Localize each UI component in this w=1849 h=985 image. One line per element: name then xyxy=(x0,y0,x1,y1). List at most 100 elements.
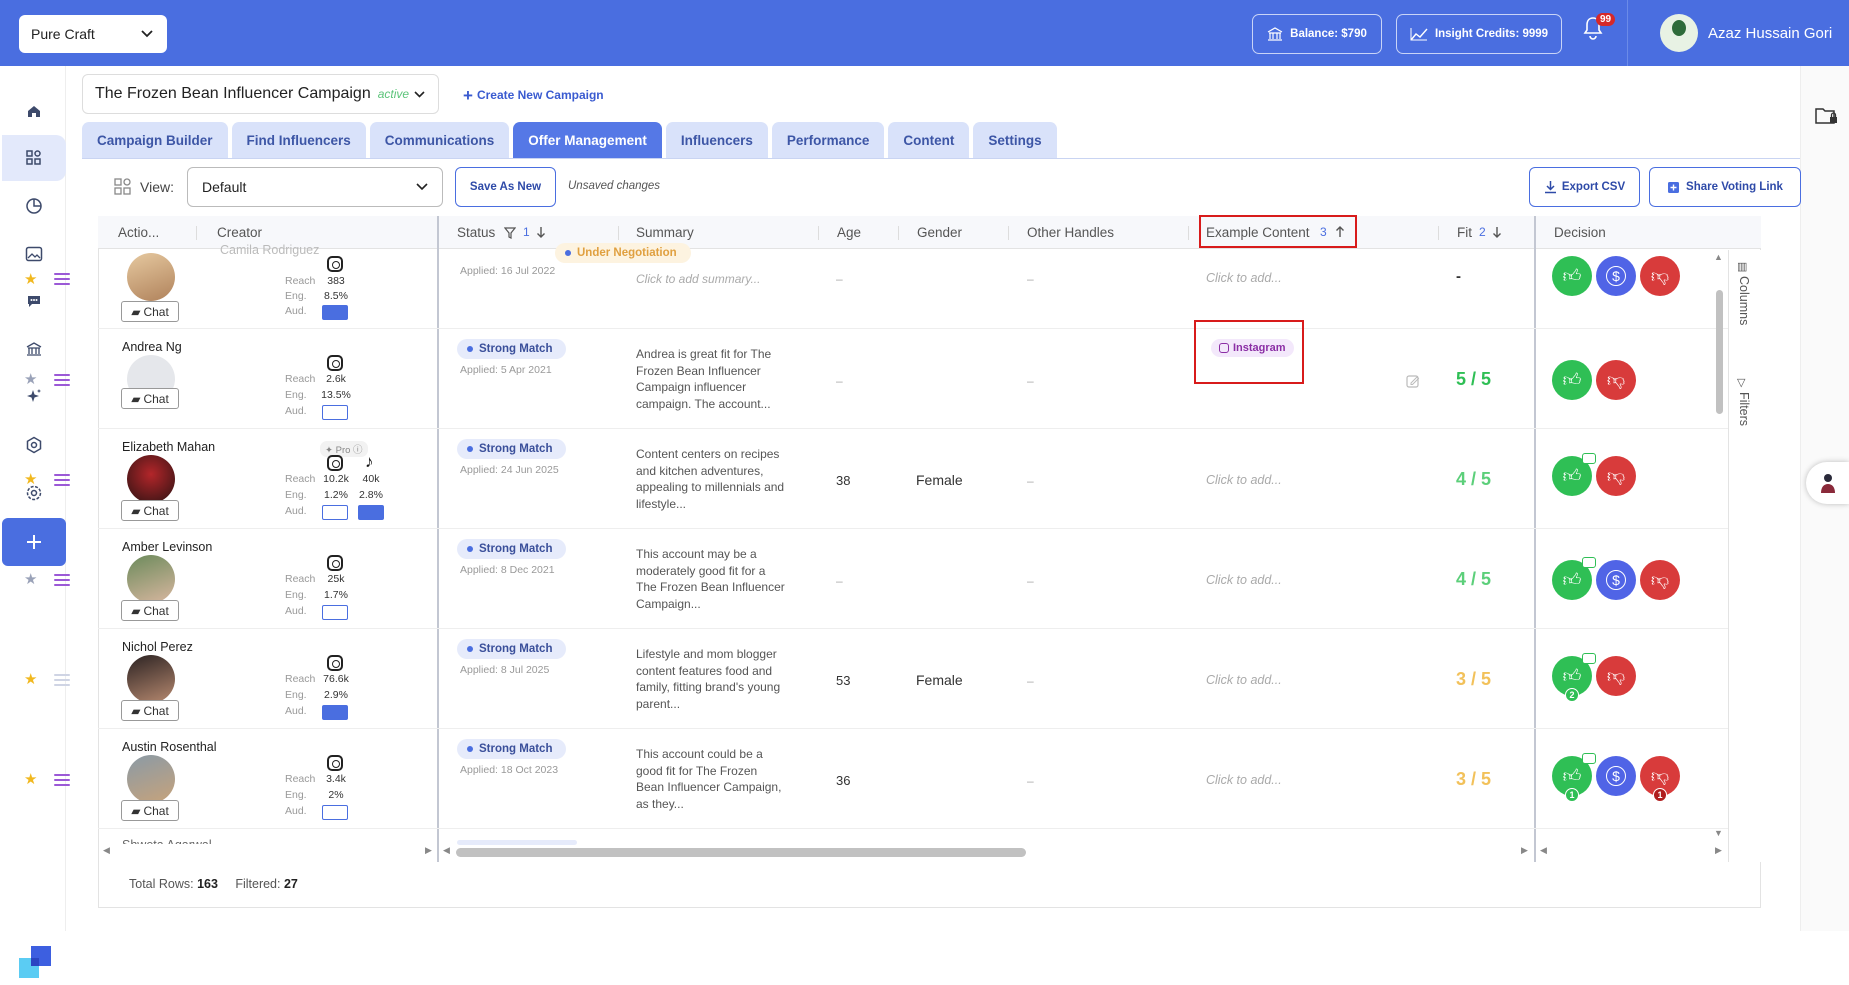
negotiate-button[interactable]: $ xyxy=(1596,560,1636,600)
audience-locked-icon[interactable] xyxy=(322,605,348,620)
example-content-placeholder[interactable]: Click to add... xyxy=(1206,271,1282,285)
sort-down-icon[interactable] xyxy=(536,226,546,239)
reject-button[interactable]: 👎︎ xyxy=(1596,360,1636,400)
status-badge[interactable]: Strong Match xyxy=(457,439,567,459)
status-badge[interactable]: Strong Match xyxy=(457,639,567,659)
chat-button[interactable]: ▰ Chat xyxy=(121,600,179,621)
list-icon[interactable] xyxy=(54,374,70,386)
approve-button[interactable]: 👍︎ xyxy=(1552,453,1596,496)
tab-offer-management[interactable]: Offer Management xyxy=(513,122,662,158)
audience-chart-icon[interactable] xyxy=(358,505,384,520)
instagram-icon[interactable] xyxy=(327,555,343,571)
col-separator[interactable] xyxy=(618,226,619,240)
scroll-left-arrow[interactable]: ◀ xyxy=(1540,845,1547,856)
sidebar-item-brand[interactable] xyxy=(2,422,66,468)
example-content-placeholder[interactable]: Click to add... xyxy=(1206,573,1282,587)
col-fit[interactable]: Fit xyxy=(1457,225,1472,240)
list-icon[interactable] xyxy=(54,774,70,786)
audience-locked-icon[interactable] xyxy=(322,505,348,520)
scroll-down-arrow[interactable]: ▼ xyxy=(1714,828,1723,838)
reject-button[interactable]: 👎︎ xyxy=(1640,560,1680,600)
sidebar-item-campaigns[interactable] xyxy=(2,135,66,181)
approve-button[interactable]: 👍︎ xyxy=(1552,557,1596,600)
edit-icon[interactable] xyxy=(1406,374,1420,388)
instagram-icon[interactable] xyxy=(327,355,343,371)
summary-text[interactable]: Andrea is great fit for The Frozen Bean … xyxy=(636,346,786,412)
star-icon[interactable]: ★ xyxy=(24,370,37,388)
status-badge[interactable]: Strong Match xyxy=(457,339,567,359)
instagram-icon[interactable] xyxy=(327,256,343,272)
reject-button[interactable]: 👎︎ xyxy=(1596,456,1636,496)
star-icon[interactable]: ★ xyxy=(24,470,37,488)
star-icon[interactable]: ★ xyxy=(24,270,37,288)
star-icon[interactable]: ★ xyxy=(24,570,37,588)
sort-down-icon[interactable] xyxy=(1492,226,1502,239)
col-summary[interactable]: Summary xyxy=(636,225,694,240)
negotiate-button[interactable]: $ xyxy=(1596,756,1636,796)
approve-button[interactable]: 👍︎ xyxy=(1552,360,1592,400)
columns-panel-toggle[interactable]: ▥ Columns xyxy=(1737,260,1751,328)
chat-button[interactable]: ▰ Chat xyxy=(121,388,179,409)
audience-locked-icon[interactable] xyxy=(322,805,348,820)
scroll-left-arrow[interactable]: ◀ xyxy=(103,845,110,856)
col-creator[interactable]: Creator xyxy=(217,225,262,240)
col-separator[interactable] xyxy=(1008,226,1009,240)
scroll-right-arrow[interactable]: ▶ xyxy=(1715,845,1722,856)
list-icon[interactable] xyxy=(54,674,70,686)
negotiate-button[interactable]: $ xyxy=(1596,256,1636,296)
scroll-up-arrow[interactable]: ▲ xyxy=(1714,252,1723,262)
summary-text[interactable]: This account may be a moderately good fi… xyxy=(636,546,786,612)
reject-button[interactable]: 👎︎ xyxy=(1596,656,1636,696)
tab-find-influencers[interactable]: Find Influencers xyxy=(231,122,366,158)
creator-name[interactable]: Camila Rodriguez xyxy=(220,243,319,257)
audience-locked-icon[interactable] xyxy=(322,405,348,420)
star-icon[interactable]: ★ xyxy=(24,670,37,688)
filter-icon[interactable] xyxy=(504,227,516,239)
sidebar-item-analytics[interactable] xyxy=(2,183,66,229)
horizontal-scrollbar[interactable] xyxy=(456,848,1026,857)
scroll-right-arrow[interactable]: ▶ xyxy=(425,845,432,856)
summary-placeholder[interactable]: Click to add summary... xyxy=(636,271,786,288)
folder-lock-icon[interactable] xyxy=(1815,106,1839,126)
share-voting-link-button[interactable]: Share Voting Link xyxy=(1649,167,1801,207)
col-status[interactable]: Status xyxy=(457,225,495,240)
insight-credits-button[interactable]: Insight Credits: 9999 xyxy=(1396,14,1562,54)
balance-button[interactable]: Balance: $790 xyxy=(1252,14,1382,54)
summary-text[interactable]: Content centers on recipes and kitchen a… xyxy=(636,446,786,512)
list-icon[interactable] xyxy=(54,273,70,285)
instagram-icon[interactable] xyxy=(327,655,343,671)
campaign-select[interactable]: The Frozen Bean Influencer Campaign acti… xyxy=(82,74,439,114)
summary-text[interactable]: This account could be a good fit for The… xyxy=(636,746,786,812)
approve-button[interactable]: 👍︎ xyxy=(1552,256,1592,296)
col-separator[interactable] xyxy=(196,226,197,240)
instagram-icon[interactable] xyxy=(327,455,343,471)
user-menu[interactable]: Azaz Hussain Gori xyxy=(1660,14,1832,52)
audience-chart-icon[interactable] xyxy=(322,705,348,720)
scroll-right-arrow[interactable]: ▶ xyxy=(1521,845,1528,856)
col-separator[interactable] xyxy=(1438,226,1439,240)
instagram-icon[interactable] xyxy=(327,755,343,771)
creator-name[interactable]: Elizabeth Mahan xyxy=(122,440,215,454)
summary-text[interactable]: Lifestyle and mom blogger content featur… xyxy=(636,646,786,712)
sidebar-add-button[interactable] xyxy=(2,518,66,566)
floating-assistant-button[interactable] xyxy=(1806,462,1849,504)
audience-chart-icon[interactable] xyxy=(322,305,348,320)
tab-communications[interactable]: Communications xyxy=(369,122,510,158)
filters-panel-toggle[interactable]: ▽ Filters xyxy=(1737,376,1751,429)
export-csv-button[interactable]: Export CSV xyxy=(1529,167,1640,207)
status-badge[interactable]: Strong Match xyxy=(457,539,567,559)
tab-campaign-builder[interactable]: Campaign Builder xyxy=(82,122,228,158)
col-separator[interactable] xyxy=(1188,226,1189,240)
status-badge[interactable]: Strong Match xyxy=(457,739,567,759)
col-gender[interactable]: Gender xyxy=(917,225,962,240)
list-icon[interactable] xyxy=(54,474,70,486)
chat-button[interactable]: ▰ Chat xyxy=(121,700,179,721)
creator-name[interactable]: Shweta Agarwal xyxy=(122,838,212,844)
col-other-handles[interactable]: Other Handles xyxy=(1027,225,1114,240)
col-separator[interactable] xyxy=(898,226,899,240)
approve-button[interactable]: 👍︎ 2 xyxy=(1552,653,1596,702)
tab-performance[interactable]: Performance xyxy=(771,122,885,158)
view-select[interactable]: Default xyxy=(187,167,443,207)
chat-button[interactable]: ▰ Chat xyxy=(121,800,179,821)
creator-name[interactable]: Austin Rosenthal xyxy=(122,740,217,754)
